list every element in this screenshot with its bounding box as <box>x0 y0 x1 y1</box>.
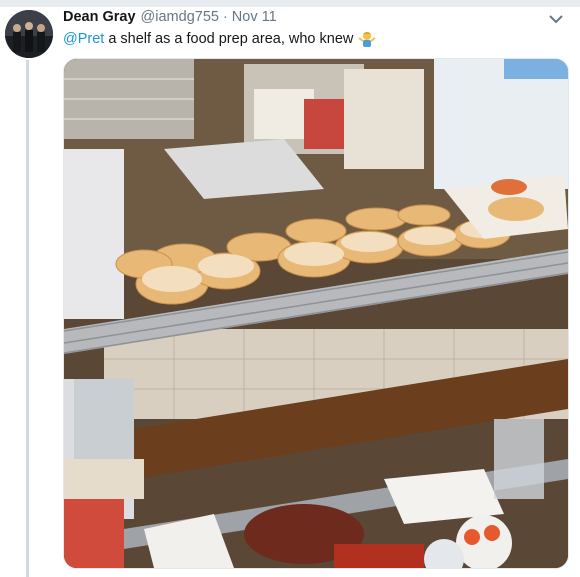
top-divider <box>0 0 580 7</box>
person-shrugging-emoji <box>358 30 376 48</box>
tweet-text: @Pret a shelf as a food prep area, who k… <box>63 30 376 48</box>
tweet-timestamp[interactable]: Nov 11 <box>232 9 277 25</box>
avatar[interactable] <box>5 10 53 58</box>
tweet-body: a shelf as a food prep area, who knew <box>108 31 354 47</box>
separator-dot: · <box>222 9 228 25</box>
tweet-header: Dean Gray @iamdg755 · Nov 11 <box>63 9 277 27</box>
display-name[interactable]: Dean Gray <box>63 9 136 25</box>
mention-link[interactable]: @Pret <box>63 31 104 47</box>
chevron-down-icon[interactable] <box>548 12 564 26</box>
user-handle[interactable]: @iamdg755 <box>141 9 219 25</box>
thread-connector-line <box>26 60 29 577</box>
tweet-photo[interactable] <box>63 58 569 569</box>
